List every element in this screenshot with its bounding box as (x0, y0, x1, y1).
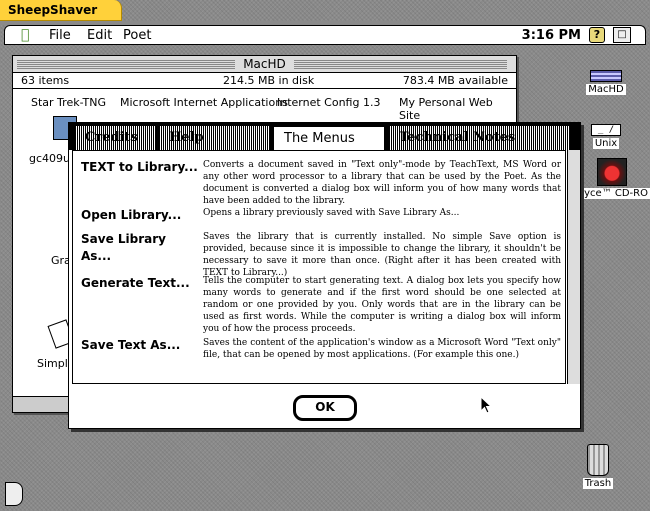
menu-edit[interactable]: Edit (87, 28, 112, 43)
tab-credits[interactable]: Credits (75, 126, 155, 150)
desktop-label-trash: Trash (582, 478, 614, 489)
poet-help-dialog: Credits Help The Menus Technical Notes T… (68, 122, 581, 429)
desktop-icon-unix[interactable]: _ / Unix (586, 124, 626, 149)
desktop-label-cdrom: ryce™ CD-RO (578, 188, 650, 199)
entry-cmd: Open Library... (81, 208, 182, 222)
dialog-tab-strip: Credits Help The Menus Technical Notes (69, 123, 580, 150)
hard-disk-icon (590, 70, 622, 82)
menu-poet[interactable]: Poet (123, 28, 151, 43)
application-menu-icon[interactable]: □ (613, 27, 631, 43)
finder-item-internet-config[interactable]: Internet Config 1.3 (277, 96, 380, 109)
entry-cmd: Generate Text... (81, 276, 190, 290)
mouse-cursor-icon (480, 396, 493, 414)
finder-titlebar[interactable]: MacHD (13, 56, 516, 73)
entry-desc: Saves the content of the application's w… (203, 338, 561, 360)
menu-file[interactable]: File (49, 28, 71, 43)
entry-desc: Opens a library previously saved with Sa… (203, 208, 460, 218)
entry-desc: Converts a document saved in "Text only"… (203, 160, 561, 206)
finder-title: MacHD (235, 57, 294, 71)
finder-item-ms-internet[interactable]: Microsoft Internet Applications (120, 96, 288, 109)
cd-rom-icon (597, 158, 627, 186)
dialog-vertical-scrollbar[interactable] (567, 150, 580, 384)
help-icon[interactable]: ? (589, 27, 605, 43)
menu-clock[interactable]: 3:16 PM (522, 28, 581, 43)
dialog-content-pane: TEXT to Library... Converts a document s… (72, 150, 566, 384)
entry-cmd: TEXT to Library... (81, 160, 198, 174)
finder-disk-used: 214.5 MB in disk (223, 74, 315, 87)
tab-help[interactable]: Help (159, 126, 269, 150)
entry-cmd: Save Text As... (81, 338, 181, 352)
unix-volume-icon: _ / (591, 124, 621, 136)
collapsed-tab-icon[interactable] (5, 482, 23, 506)
host-title: SheepShaver (8, 3, 98, 17)
finder-available: 783.4 MB available (402, 74, 508, 87)
finder-item-star-trek[interactable]: Star Trek-TNG (31, 96, 106, 109)
finder-info-bar: 63 items 214.5 MB in disk 783.4 MB avail… (13, 73, 516, 89)
tab-the-menus[interactable]: The Menus (273, 126, 385, 150)
entry-desc: Saves the library that is currently inst… (203, 232, 561, 278)
host-window-tab: SheepShaver (0, 0, 122, 21)
entry-desc: Tells the computer to start generating t… (203, 276, 561, 334)
trash-icon (587, 444, 609, 476)
tab-technical-notes[interactable]: Technical Notes (389, 126, 569, 150)
desktop-icon-trash[interactable]: Trash (580, 444, 616, 489)
finder-items-count: 63 items (21, 74, 70, 87)
finder-item-personal-web[interactable]: My Personal Web Site (399, 96, 516, 122)
desktop-icon-cdrom[interactable]: ryce™ CD-RO (578, 158, 650, 199)
ok-button[interactable]: OK (293, 395, 357, 421)
desktop-label-machd: MacHD (586, 84, 626, 95)
desktop-label-unix: Unix (592, 138, 620, 149)
desktop-icon-machd[interactable]: MacHD (584, 70, 628, 95)
menu-bar:  File Edit Poet 3:16 PM ? □ (4, 25, 646, 45)
entry-cmd: Save Library As... (81, 232, 166, 263)
apple-menu-icon[interactable]:  (21, 27, 29, 43)
